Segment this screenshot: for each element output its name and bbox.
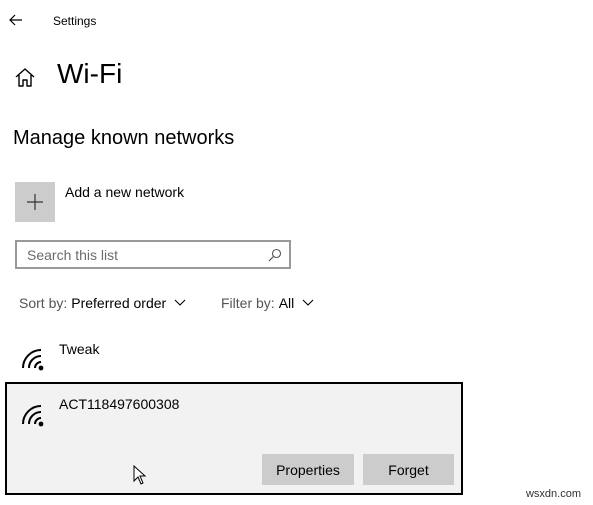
wifi-signal-icon — [22, 405, 44, 427]
filter-dropdown[interactable]: Filter by: All — [221, 295, 314, 311]
properties-button[interactable]: Properties — [262, 454, 354, 485]
watermark: wsxdn.com — [525, 488, 581, 500]
network-item-selected[interactable]: ACT118497600308 Properties Forget — [5, 382, 463, 495]
search-input[interactable] — [17, 246, 267, 263]
forget-button[interactable]: Forget — [363, 454, 454, 485]
add-network-button[interactable]: Add a new network — [15, 182, 255, 222]
sort-dropdown[interactable]: Sort by: Preferred order — [19, 295, 186, 311]
settings-window: Settings Wi-Fi Manage known networks Add… — [0, 0, 593, 505]
network-name: ACT118497600308 — [59, 396, 180, 412]
chevron-down-icon — [174, 299, 186, 307]
add-network-tile — [15, 182, 55, 222]
window-title: Settings — [53, 14, 97, 28]
page-title: Wi-Fi — [57, 58, 123, 89]
network-item[interactable]: Tweak — [13, 336, 453, 382]
network-name: Tweak — [59, 341, 100, 357]
search-box[interactable] — [15, 240, 291, 269]
filter-label: Filter by: — [221, 295, 275, 311]
filter-value: All — [278, 295, 295, 311]
arrow-left-icon — [9, 14, 22, 26]
plus-icon — [27, 194, 43, 210]
wifi-signal-icon — [22, 349, 44, 371]
section-title: Manage known networks — [13, 127, 235, 149]
sort-value: Preferred order — [71, 295, 167, 311]
search-icon[interactable] — [267, 247, 283, 263]
add-network-label: Add a new network — [65, 184, 185, 200]
sort-label: Sort by: — [19, 295, 68, 311]
chevron-down-icon — [302, 299, 314, 307]
home-icon[interactable] — [14, 66, 36, 88]
mouse-cursor-icon — [133, 465, 147, 485]
back-button[interactable] — [6, 10, 26, 30]
